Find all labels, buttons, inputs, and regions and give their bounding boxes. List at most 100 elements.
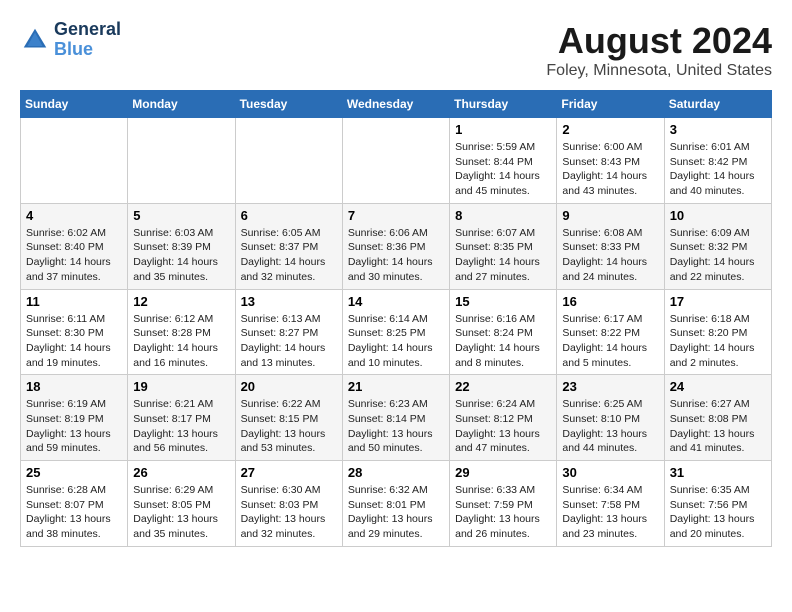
- day-number: 23: [562, 379, 658, 394]
- calendar-cell: 4 Sunrise: 6:02 AM Sunset: 8:40 PM Daylig…: [21, 203, 128, 289]
- calendar-cell: 24 Sunrise: 6:27 AM Sunset: 8:08 PM Dayli…: [664, 375, 771, 461]
- day-info: Sunrise: 6:22 AM Sunset: 8:15 PM Dayligh…: [241, 397, 337, 456]
- day-info: Sunrise: 6:28 AM Sunset: 8:07 PM Dayligh…: [26, 483, 122, 542]
- calendar-cell: 30 Sunrise: 6:34 AM Sunset: 7:58 PM Dayli…: [557, 461, 664, 547]
- calendar-cell: 23 Sunrise: 6:25 AM Sunset: 8:10 PM Dayli…: [557, 375, 664, 461]
- day-number: 18: [26, 379, 122, 394]
- day-number: 9: [562, 208, 658, 223]
- calendar-cell: 13Sunrise: 6:13 AM Sunset: 8:27 PM Dayli…: [235, 289, 342, 375]
- day-info: Sunrise: 6:25 AM Sunset: 8:10 PM Dayligh…: [562, 397, 658, 456]
- day-number: 13: [241, 294, 337, 309]
- day-info: Sunrise: 6:11 AM Sunset: 8:30 PM Dayligh…: [26, 312, 122, 371]
- calendar-week-4: 18Sunrise: 6:19 AM Sunset: 8:19 PM Dayli…: [21, 375, 772, 461]
- day-number: 5: [133, 208, 229, 223]
- day-info: Sunrise: 6:27 AM Sunset: 8:08 PM Dayligh…: [670, 397, 766, 456]
- calendar-cell: 20 Sunrise: 6:22 AM Sunset: 8:15 PM Dayli…: [235, 375, 342, 461]
- day-info: Sunrise: 6:09 AM Sunset: 8:32 PM Dayligh…: [670, 226, 766, 285]
- day-info: Sunrise: 6:06 AM Sunset: 8:36 PM Dayligh…: [348, 226, 444, 285]
- calendar-cell: 9 Sunrise: 6:08 AM Sunset: 8:33 PM Daylig…: [557, 203, 664, 289]
- calendar-cell: 16Sunrise: 6:17 AM Sunset: 8:22 PM Dayli…: [557, 289, 664, 375]
- day-header-wednesday: Wednesday: [342, 91, 449, 118]
- day-info: Sunrise: 6:02 AM Sunset: 8:40 PM Dayligh…: [26, 226, 122, 285]
- day-info: Sunrise: 6:14 AM Sunset: 8:25 PM Dayligh…: [348, 312, 444, 371]
- day-info: Sunrise: 6:18 AM Sunset: 8:20 PM Dayligh…: [670, 312, 766, 371]
- day-number: 17: [670, 294, 766, 309]
- day-number: 1: [455, 122, 551, 137]
- day-number: 15: [455, 294, 551, 309]
- day-number: 28: [348, 465, 444, 480]
- day-number: 10: [670, 208, 766, 223]
- calendar-cell: 17 Sunrise: 6:18 AM Sunset: 8:20 PM Dayli…: [664, 289, 771, 375]
- day-info: Sunrise: 6:29 AM Sunset: 8:05 PM Dayligh…: [133, 483, 229, 542]
- day-info: Sunrise: 6:32 AM Sunset: 8:01 PM Dayligh…: [348, 483, 444, 542]
- day-number: 8: [455, 208, 551, 223]
- day-info: Sunrise: 6:07 AM Sunset: 8:35 PM Dayligh…: [455, 226, 551, 285]
- calendar-cell: 11 Sunrise: 6:11 AM Sunset: 8:30 PM Dayli…: [21, 289, 128, 375]
- day-info: Sunrise: 6:08 AM Sunset: 8:33 PM Dayligh…: [562, 226, 658, 285]
- logo-line2: Blue: [54, 40, 121, 60]
- calendar-cell: 22 Sunrise: 6:24 AM Sunset: 8:12 PM Dayli…: [450, 375, 557, 461]
- day-header-monday: Monday: [128, 91, 235, 118]
- month-year: August 2024: [546, 20, 772, 62]
- calendar-cell: 8 Sunrise: 6:07 AM Sunset: 8:35 PM Daylig…: [450, 203, 557, 289]
- calendar-cell: 7 Sunrise: 6:06 AM Sunset: 8:36 PM Daylig…: [342, 203, 449, 289]
- day-number: 2: [562, 122, 658, 137]
- calendar-cell: 6 Sunrise: 6:05 AM Sunset: 8:37 PM Daylig…: [235, 203, 342, 289]
- day-number: 25: [26, 465, 122, 480]
- day-number: 4: [26, 208, 122, 223]
- logo-text: General Blue: [54, 20, 121, 60]
- day-info: Sunrise: 6:24 AM Sunset: 8:12 PM Dayligh…: [455, 397, 551, 456]
- calendar-cell: 27Sunrise: 6:30 AM Sunset: 8:03 PM Dayli…: [235, 461, 342, 547]
- day-number: 6: [241, 208, 337, 223]
- day-number: 30: [562, 465, 658, 480]
- calendar-cell: 3 Sunrise: 6:01 AM Sunset: 8:42 PM Daylig…: [664, 118, 771, 204]
- calendar-cell: 14 Sunrise: 6:14 AM Sunset: 8:25 PM Dayli…: [342, 289, 449, 375]
- day-number: 14: [348, 294, 444, 309]
- title-block: August 2024 Foley, Minnesota, United Sta…: [546, 20, 772, 80]
- day-info: Sunrise: 6:05 AM Sunset: 8:37 PM Dayligh…: [241, 226, 337, 285]
- calendar-cell: 1 Sunrise: 5:59 AM Sunset: 8:44 PM Daylig…: [450, 118, 557, 204]
- calendar-cell: 18Sunrise: 6:19 AM Sunset: 8:19 PM Dayli…: [21, 375, 128, 461]
- page-header: General Blue August 2024 Foley, Minnesot…: [20, 20, 772, 80]
- calendar-cell: [235, 118, 342, 204]
- calendar-cell: 15 Sunrise: 6:16 AM Sunset: 8:24 PM Dayli…: [450, 289, 557, 375]
- day-number: 24: [670, 379, 766, 394]
- day-info: Sunrise: 6:16 AM Sunset: 8:24 PM Dayligh…: [455, 312, 551, 371]
- day-number: 7: [348, 208, 444, 223]
- day-header-saturday: Saturday: [664, 91, 771, 118]
- day-header-tuesday: Tuesday: [235, 91, 342, 118]
- day-info: Sunrise: 6:17 AM Sunset: 8:22 PM Dayligh…: [562, 312, 658, 371]
- day-header-sunday: Sunday: [21, 91, 128, 118]
- day-info: Sunrise: 6:03 AM Sunset: 8:39 PM Dayligh…: [133, 226, 229, 285]
- calendar-cell: 19Sunrise: 6:21 AM Sunset: 8:17 PM Dayli…: [128, 375, 235, 461]
- day-number: 22: [455, 379, 551, 394]
- day-info: Sunrise: 6:23 AM Sunset: 8:14 PM Dayligh…: [348, 397, 444, 456]
- day-info: Sunrise: 5:59 AM Sunset: 8:44 PM Dayligh…: [455, 140, 551, 199]
- calendar-cell: 10 Sunrise: 6:09 AM Sunset: 8:32 PM Dayli…: [664, 203, 771, 289]
- day-header-thursday: Thursday: [450, 91, 557, 118]
- calendar-cell: 31Sunrise: 6:35 AM Sunset: 7:56 PM Dayli…: [664, 461, 771, 547]
- day-info: Sunrise: 6:01 AM Sunset: 8:42 PM Dayligh…: [670, 140, 766, 199]
- calendar-cell: 25 Sunrise: 6:28 AM Sunset: 8:07 PM Dayli…: [21, 461, 128, 547]
- calendar-table: SundayMondayTuesdayWednesdayThursdayFrid…: [20, 90, 772, 547]
- calendar-week-5: 25 Sunrise: 6:28 AM Sunset: 8:07 PM Dayli…: [21, 461, 772, 547]
- calendar-cell: 21Sunrise: 6:23 AM Sunset: 8:14 PM Dayli…: [342, 375, 449, 461]
- day-number: 31: [670, 465, 766, 480]
- calendar-cell: 28 Sunrise: 6:32 AM Sunset: 8:01 PM Dayli…: [342, 461, 449, 547]
- calendar-cell: 29Sunrise: 6:33 AM Sunset: 7:59 PM Dayli…: [450, 461, 557, 547]
- logo-icon: [20, 25, 50, 55]
- calendar-cell: 12Sunrise: 6:12 AM Sunset: 8:28 PM Dayli…: [128, 289, 235, 375]
- day-number: 11: [26, 294, 122, 309]
- day-header-friday: Friday: [557, 91, 664, 118]
- calendar-cell: [342, 118, 449, 204]
- calendar-header-row: SundayMondayTuesdayWednesdayThursdayFrid…: [21, 91, 772, 118]
- logo-line1: General: [54, 20, 121, 40]
- day-number: 3: [670, 122, 766, 137]
- calendar-cell: [21, 118, 128, 204]
- calendar-cell: [128, 118, 235, 204]
- calendar-week-3: 11 Sunrise: 6:11 AM Sunset: 8:30 PM Dayli…: [21, 289, 772, 375]
- day-number: 20: [241, 379, 337, 394]
- calendar-cell: 5 Sunrise: 6:03 AM Sunset: 8:39 PM Daylig…: [128, 203, 235, 289]
- day-info: Sunrise: 6:34 AM Sunset: 7:58 PM Dayligh…: [562, 483, 658, 542]
- day-info: Sunrise: 6:21 AM Sunset: 8:17 PM Dayligh…: [133, 397, 229, 456]
